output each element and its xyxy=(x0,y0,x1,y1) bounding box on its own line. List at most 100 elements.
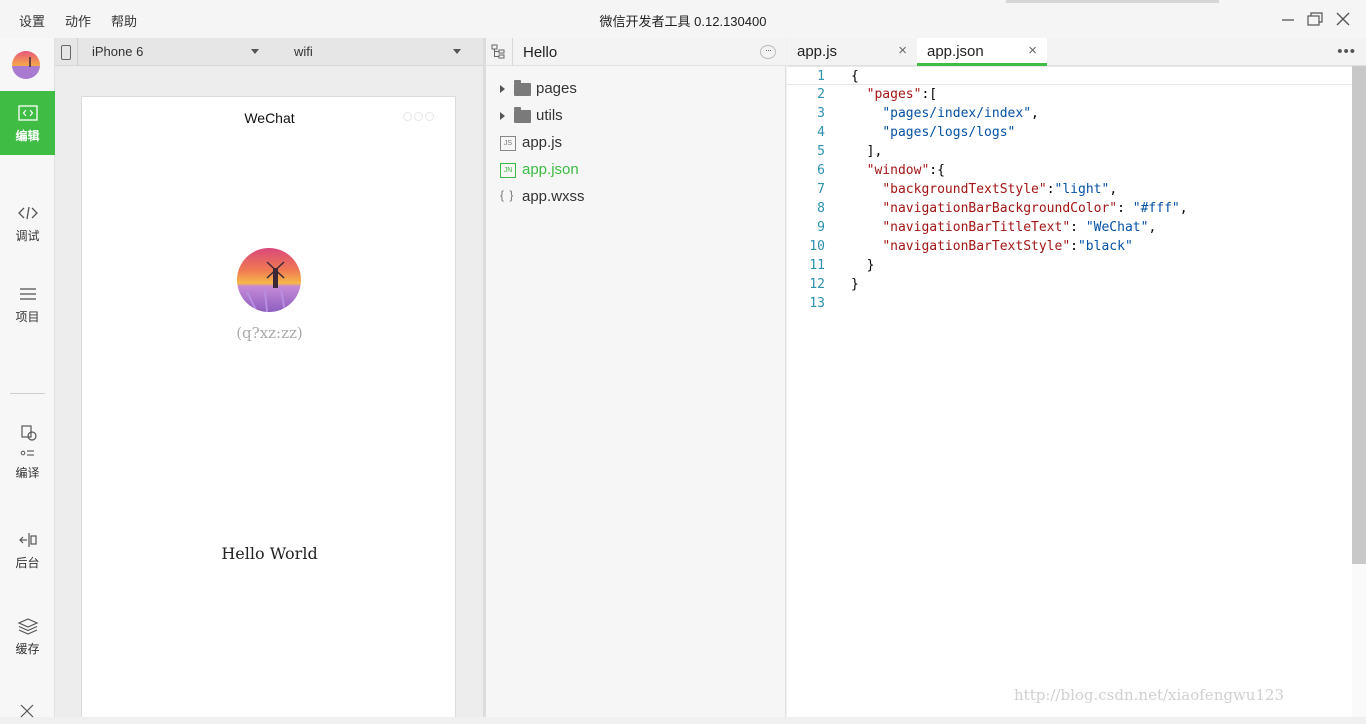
close-tab-icon[interactable]: × xyxy=(1028,42,1037,59)
file-label: app.js xyxy=(522,134,563,151)
device-select[interactable]: iPhone 6 xyxy=(92,44,143,59)
nav-label-compile: 编译 xyxy=(15,466,40,480)
expand-arrow-icon[interactable] xyxy=(500,112,505,120)
tree-file-app-js[interactable]: JS app.js xyxy=(486,130,786,156)
tree-file-app-wxss[interactable]: { } app.wxss xyxy=(486,184,786,210)
code-line[interactable]: 3 "pages/index/index", xyxy=(787,104,1352,123)
tab-app-js[interactable]: app.js × xyxy=(787,38,917,66)
compile-icon xyxy=(20,425,37,456)
title-strip xyxy=(1006,0,1219,3)
project-name: Hello xyxy=(523,44,558,61)
code-line[interactable]: 12} xyxy=(787,275,1352,294)
tree-folder-utils[interactable]: utils xyxy=(486,103,786,129)
code-line[interactable]: 11 } xyxy=(787,256,1352,275)
nav-item-background[interactable]: 后台 xyxy=(0,518,55,582)
title-bar: 设置 动作 帮助 微信开发者工具 0.12.130400 xyxy=(0,0,1366,38)
line-number: 2 xyxy=(817,87,825,102)
network-chevron-down-icon[interactable] xyxy=(453,49,461,54)
code-line[interactable]: 5 ], xyxy=(787,142,1352,161)
code-editor: app.js × app.json × ••• 1{2 "pages":[3 "… xyxy=(787,38,1366,717)
capsule-menu-icon[interactable] xyxy=(403,112,434,121)
line-number: 11 xyxy=(809,258,825,273)
nav-divider xyxy=(10,393,45,394)
line-number: 9 xyxy=(817,220,825,235)
folder-icon xyxy=(514,107,531,123)
debug-icon xyxy=(17,206,38,220)
file-tree-panel: Hello ··· pages utils JS app.js JN app.j… xyxy=(486,38,786,717)
close-icon[interactable] xyxy=(1334,11,1352,29)
simulator-toolbar: iPhone 6 wifi xyxy=(55,38,483,66)
folder-label: pages xyxy=(536,80,577,97)
code-line[interactable]: 8 "navigationBarBackgroundColor": "#fff"… xyxy=(787,199,1352,218)
editor-tabs: app.js × app.json × ••• xyxy=(787,38,1366,66)
code-area[interactable]: 1{2 "pages":[3 "pages/index/index", 4 "pa… xyxy=(787,66,1352,717)
nav-label-background: 后台 xyxy=(15,556,40,570)
restore-icon[interactable] xyxy=(1306,11,1324,29)
menu-icon xyxy=(19,288,36,300)
json-file-icon: JN xyxy=(500,163,516,178)
minimize-icon[interactable] xyxy=(1279,11,1297,29)
line-number: 12 xyxy=(809,277,825,292)
code-line[interactable]: 1{ xyxy=(787,66,1352,85)
tree-folder-pages[interactable]: pages xyxy=(486,76,786,102)
code-text: "backgroundTextStyle":"light", xyxy=(882,182,1118,197)
nav-label-cache: 缓存 xyxy=(15,642,40,656)
scrollbar-thumb[interactable] xyxy=(1352,66,1366,564)
close-tab-icon[interactable]: × xyxy=(898,42,907,59)
nav-item-compile[interactable]: 编译 xyxy=(0,412,55,492)
code-text: } xyxy=(851,277,859,292)
simulator-panel: iPhone 6 wifi WeChat (q?xz:zz) Hello Wor… xyxy=(55,38,483,717)
line-number: 1 xyxy=(817,69,825,84)
page-title: WeChat xyxy=(244,110,295,126)
user-nickname: (q?xz:zz) xyxy=(236,324,303,342)
network-select[interactable]: wifi xyxy=(294,44,313,59)
file-tree-header: Hello ··· xyxy=(486,38,786,66)
line-number: 5 xyxy=(817,144,825,159)
wxss-file-icon: { } xyxy=(500,188,515,202)
code-text: "pages/index/index", xyxy=(882,106,1039,121)
code-text: "navigationBarBackgroundColor": "#fff", xyxy=(882,201,1188,216)
code-text: "navigationBarTitleText": "WeChat", xyxy=(882,220,1157,235)
line-number: 3 xyxy=(817,106,825,121)
expand-arrow-icon[interactable] xyxy=(500,85,505,93)
code-line[interactable]: 2 "pages":[ xyxy=(787,85,1352,104)
code-text: } xyxy=(851,258,875,273)
nav-item-debug[interactable]: 调试 xyxy=(0,191,55,255)
nav-item-cache[interactable]: 缓存 xyxy=(0,604,55,668)
code-icon xyxy=(17,105,38,121)
user-avatar[interactable] xyxy=(237,248,301,312)
code-text: "pages":[ xyxy=(866,87,938,102)
watermark: http://blog.csdn.net/xiaofengwu123 xyxy=(1014,686,1285,704)
tab-label: app.js xyxy=(797,43,838,60)
phone-screen: WeChat (q?xz:zz) Hello World xyxy=(81,96,456,717)
tree-file-app-json[interactable]: JN app.json xyxy=(486,157,786,183)
folder-label: utils xyxy=(536,107,563,124)
file-label: app.json xyxy=(522,161,579,178)
line-number: 10 xyxy=(809,239,825,254)
code-line[interactable]: 7 "backgroundTextStyle":"light", xyxy=(787,180,1352,199)
motto-text: Hello World xyxy=(221,544,318,563)
line-number: 6 xyxy=(817,163,825,178)
js-file-icon: JS xyxy=(500,136,516,151)
code-line[interactable]: 13 xyxy=(787,294,1352,313)
code-line[interactable]: 4 "pages/logs/logs" xyxy=(787,123,1352,142)
line-number: 4 xyxy=(817,125,825,140)
nav-label-edit: 编辑 xyxy=(15,129,40,143)
avatar[interactable] xyxy=(12,51,40,79)
code-text: ], xyxy=(851,144,883,159)
nav-item-project[interactable]: 项目 xyxy=(0,272,55,336)
nav-item-edit[interactable]: 编辑 xyxy=(0,91,55,155)
tab-app-json[interactable]: app.json × xyxy=(917,38,1047,66)
code-line[interactable]: 10 "navigationBarTextStyle":"black" xyxy=(787,237,1352,256)
nav-label-debug: 调试 xyxy=(15,229,40,243)
code-text: { xyxy=(851,69,859,84)
more-options-icon[interactable]: ··· xyxy=(760,45,776,59)
background-icon xyxy=(18,533,37,547)
file-label: app.wxss xyxy=(522,188,585,205)
device-chevron-down-icon[interactable] xyxy=(251,49,259,54)
code-line[interactable]: 9 "navigationBarTitleText": "WeChat", xyxy=(787,218,1352,237)
nav-label-project: 项目 xyxy=(15,310,40,324)
tab-overflow-icon[interactable]: ••• xyxy=(1337,43,1356,60)
tree-structure-icon[interactable] xyxy=(491,44,506,59)
code-line[interactable]: 6 "window":{ xyxy=(787,161,1352,180)
